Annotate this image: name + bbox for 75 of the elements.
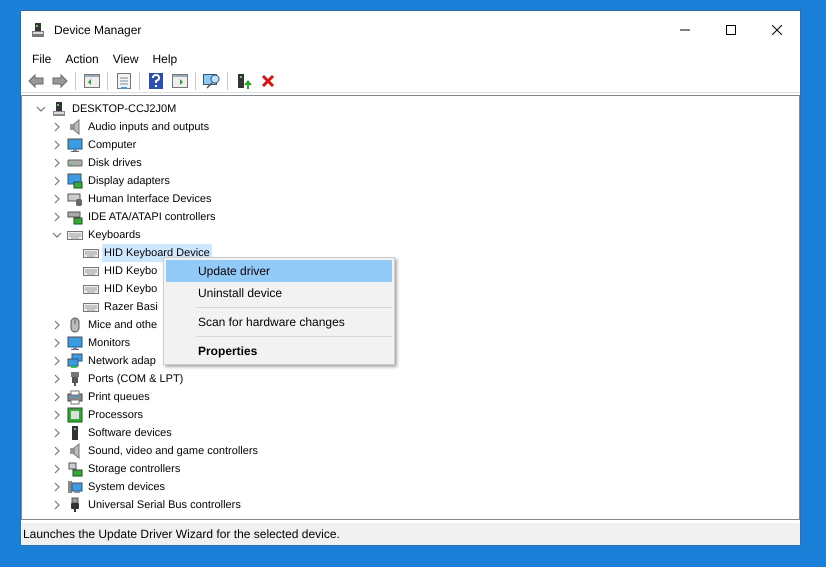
menu-option[interactable]: Scan for hardware changes bbox=[166, 311, 392, 333]
menu-option[interactable]: Update driver bbox=[166, 260, 392, 282]
tree-item[interactable]: Ports (COM & LPT) bbox=[86, 370, 186, 388]
chevron-icon[interactable] bbox=[52, 392, 62, 402]
tree-item[interactable]: System devices bbox=[86, 478, 168, 496]
storage-card-icon bbox=[67, 461, 83, 477]
forward-arrow-icon bbox=[52, 74, 68, 88]
monitor-icon bbox=[67, 137, 83, 153]
tree-item[interactable]: Razer Basi bbox=[102, 298, 160, 316]
processor-chip-icon bbox=[67, 407, 83, 423]
chevron-icon[interactable] bbox=[52, 176, 62, 186]
chevron-icon[interactable] bbox=[52, 230, 62, 240]
document-icon bbox=[116, 72, 130, 88]
chevron-icon[interactable] bbox=[52, 194, 62, 204]
chevron-icon[interactable] bbox=[52, 320, 62, 330]
tree-item[interactable]: Monitors bbox=[86, 334, 132, 352]
tree-item[interactable]: Print queues bbox=[86, 388, 152, 406]
window-title: Device Manager bbox=[54, 22, 142, 39]
chevron-icon[interactable] bbox=[52, 212, 62, 222]
maximize-icon bbox=[726, 25, 736, 35]
tower-arrow-icon bbox=[236, 72, 252, 88]
tree-item[interactable]: Software devices bbox=[86, 424, 174, 442]
tree-item[interactable]: DESKTOP-CCJ2J0M bbox=[70, 100, 178, 118]
menu-option[interactable]: Uninstall device bbox=[166, 282, 392, 304]
cross-icon bbox=[260, 74, 274, 88]
menu-item[interactable]: Action bbox=[58, 49, 106, 69]
menu-item[interactable]: File bbox=[25, 49, 58, 69]
tree-item[interactable]: Universal Serial Bus controllers bbox=[86, 496, 243, 514]
tree-item[interactable]: HID Keybo bbox=[102, 262, 160, 280]
network-icon bbox=[67, 353, 83, 369]
tree-item[interactable]: Keyboards bbox=[86, 226, 143, 244]
monitor-card-icon bbox=[67, 173, 83, 189]
menu-item[interactable]: View bbox=[106, 49, 146, 69]
menu-option[interactable]: Properties bbox=[166, 340, 392, 362]
monitor-magnifier-icon bbox=[202, 72, 220, 88]
tree-item[interactable]: Storage controllers bbox=[86, 460, 182, 478]
help-icon bbox=[148, 72, 162, 88]
menu-item[interactable]: Help bbox=[146, 49, 184, 69]
chevron-icon[interactable] bbox=[52, 140, 62, 150]
drive-card-icon bbox=[67, 209, 83, 225]
chevron-icon[interactable] bbox=[52, 500, 62, 510]
back-arrow-icon bbox=[28, 74, 44, 88]
tree-item[interactable]: Processors bbox=[86, 406, 146, 424]
chevron-icon[interactable] bbox=[52, 428, 62, 438]
keyboard-mouse-icon bbox=[67, 191, 83, 207]
window-panel-icon bbox=[84, 74, 100, 88]
chevron-icon[interactable] bbox=[52, 410, 62, 420]
computer-tower-icon bbox=[30, 22, 46, 38]
chevron-icon[interactable] bbox=[52, 374, 62, 384]
tree-item[interactable]: Display adapters bbox=[86, 172, 172, 190]
tree-item[interactable]: IDE ATA/ATAPI controllers bbox=[86, 208, 218, 226]
tree-item[interactable]: Mice and othe bbox=[86, 316, 160, 334]
window-panel-icon bbox=[172, 74, 188, 88]
monitor-icon bbox=[67, 335, 83, 351]
tree-item[interactable]: HID Keybo bbox=[102, 280, 160, 298]
chevron-icon[interactable] bbox=[52, 482, 62, 492]
tree-item[interactable]: Human Interface Devices bbox=[86, 190, 214, 208]
disk-drive-icon bbox=[67, 159, 83, 167]
close-icon bbox=[772, 25, 782, 35]
chevron-icon[interactable] bbox=[52, 122, 62, 132]
printer-icon bbox=[67, 389, 83, 405]
computer-monitor-icon bbox=[67, 479, 83, 495]
computer-tower-icon bbox=[51, 101, 67, 117]
tree-item[interactable]: Computer bbox=[86, 136, 138, 154]
tree-item[interactable]: Disk drives bbox=[86, 154, 144, 172]
chevron-icon[interactable] bbox=[52, 338, 62, 348]
tree-item[interactable]: Sound, video and game controllers bbox=[86, 442, 260, 460]
tree-item[interactable]: Audio inputs and outputs bbox=[86, 118, 212, 136]
chevron-icon[interactable] bbox=[52, 464, 62, 474]
status-text: Launches the Update Driver Wizard for the selected device. bbox=[23, 526, 340, 543]
chevron-icon[interactable] bbox=[52, 446, 62, 456]
chevron-icon[interactable] bbox=[52, 158, 62, 168]
chevron-icon[interactable] bbox=[36, 104, 46, 114]
tree-item[interactable]: Network adap bbox=[86, 352, 158, 370]
chevron-icon[interactable] bbox=[52, 356, 62, 366]
